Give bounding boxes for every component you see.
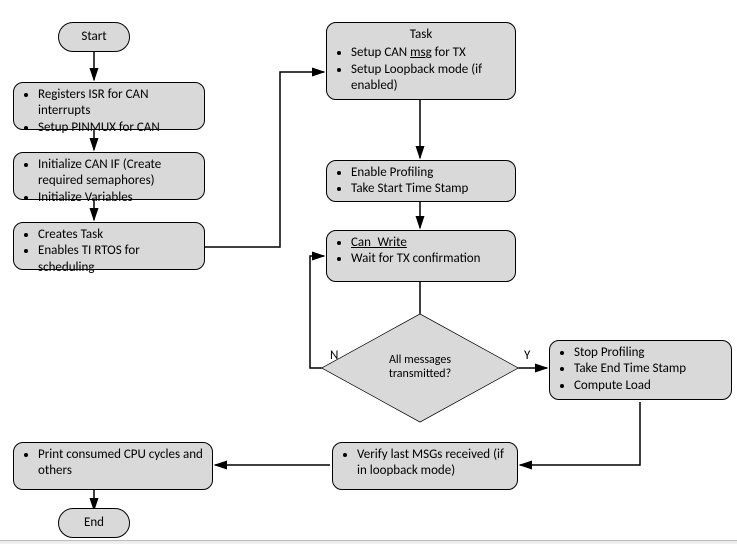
node-create-task: Creates Task Enables TI RTOS for schedul… [13,222,205,270]
n5-item1: Can_Write [351,235,507,251]
n1-item1: Registers ISR for CAN interrupts [38,87,196,120]
node-verify-msgs: Verify last MSGs received (if in loopbac… [332,442,518,490]
n6-item1: Stop Profiling [574,345,723,361]
n6-item2: Take End Time Stamp [574,361,723,377]
n1-item2: Setup PINMUX for CAN [38,120,196,136]
node-enable-profiling: Enable Profiling Take Start Time Stamp [326,160,516,202]
n6-item3: Compute Load [574,378,723,394]
n4-item2: Take Start Time Stamp [351,181,507,197]
node-start: Start [58,22,130,52]
n2-item1: Initialize CAN IF (Create required semap… [38,157,196,190]
task-title: Task [335,27,507,43]
d1-text2: transmitted? [354,368,486,382]
n2-item2: Initialize Variables [38,190,196,206]
label-yes: Y [524,348,530,363]
n8-item1: Print consumed CPU cycles and others [38,447,204,480]
node-all-messages-decision: All messages transmitted? [350,298,490,438]
label-no: N [330,348,338,363]
node-can-write: Can_Write Wait for TX confirmation [326,230,516,282]
task-item2: Setup Loopback mode (if enabled) [351,62,507,95]
node-stop-profiling: Stop Profiling Take End Time Stamp Compu… [549,340,732,400]
start-label: Start [81,29,106,45]
node-print-results: Print consumed CPU cycles and others [13,442,213,490]
end-label: End [84,515,104,531]
node-register-isr: Registers ISR for CAN interrupts Setup P… [13,82,205,130]
n3-item2: Enables TI RTOS for scheduling [38,243,196,276]
node-init-can: Initialize CAN IF (Create required semap… [13,152,205,200]
node-end: End [58,508,130,538]
d1-text1: All messages [354,354,486,368]
task-item1: Setup CAN msg for TX [351,45,507,61]
n7-item1: Verify last MSGs received (if in loopbac… [357,447,509,480]
n5-item2: Wait for TX confirmation [351,251,507,267]
n4-item1: Enable Profiling [351,165,507,181]
node-task: Task Setup CAN msg for TX Setup Loopback… [326,22,516,100]
n3-item1: Creates Task [38,227,196,243]
